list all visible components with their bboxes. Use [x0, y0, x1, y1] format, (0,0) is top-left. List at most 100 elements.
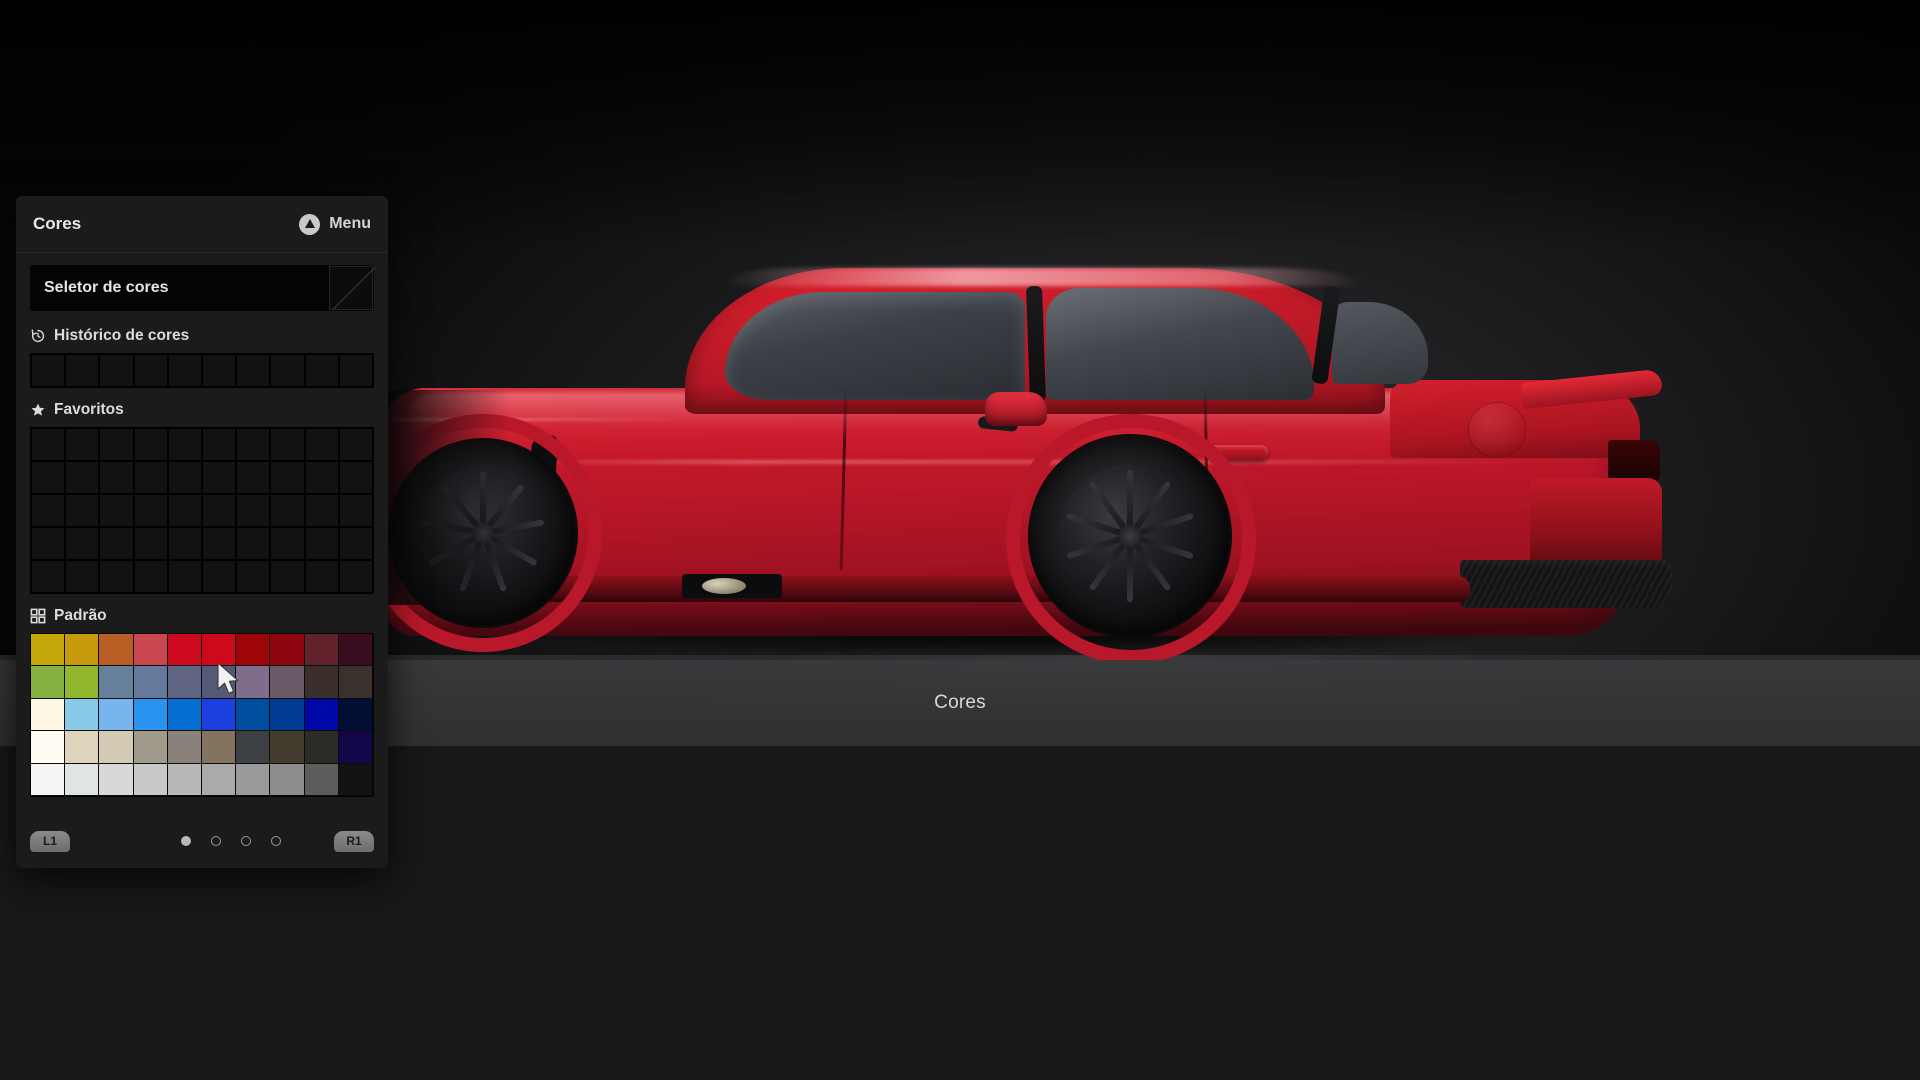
- l1-bumper-button[interactable]: L1: [30, 830, 70, 852]
- palette-swatch[interactable]: [202, 698, 237, 732]
- swatch-slot[interactable]: [31, 428, 66, 461]
- swatch-slot[interactable]: [236, 527, 271, 560]
- swatch-slot[interactable]: [304, 494, 339, 527]
- palette-swatch[interactable]: [167, 634, 202, 667]
- swatch-slot[interactable]: [65, 461, 100, 494]
- color-picker-row[interactable]: Seletor de cores: [30, 265, 374, 311]
- palette-swatch[interactable]: [99, 698, 134, 732]
- palette-swatch[interactable]: [202, 763, 237, 796]
- palette-swatch[interactable]: [270, 666, 305, 699]
- swatch-slot[interactable]: [133, 494, 168, 527]
- palette-swatch[interactable]: [270, 634, 305, 667]
- palette-swatch[interactable]: [65, 698, 100, 732]
- swatch-slot[interactable]: [270, 461, 305, 494]
- page-dots[interactable]: [181, 836, 281, 846]
- swatch-slot[interactable]: [236, 461, 271, 494]
- palette-swatch[interactable]: [338, 666, 373, 699]
- palette-swatch[interactable]: [65, 763, 100, 796]
- palette-swatch[interactable]: [133, 763, 168, 796]
- palette-swatch[interactable]: [31, 763, 66, 796]
- standard-palette-grid[interactable]: [30, 633, 374, 797]
- palette-swatch[interactable]: [338, 634, 373, 667]
- swatch-slot[interactable]: [338, 428, 373, 461]
- palette-swatch[interactable]: [65, 666, 100, 699]
- palette-swatch[interactable]: [99, 634, 134, 667]
- swatch-slot[interactable]: [202, 527, 237, 560]
- palette-swatch[interactable]: [236, 731, 271, 764]
- palette-swatch[interactable]: [304, 763, 339, 796]
- swatch-slot[interactable]: [270, 428, 305, 461]
- r1-bumper-button[interactable]: R1: [334, 830, 374, 852]
- swatch-slot[interactable]: [31, 560, 66, 593]
- swatch-slot[interactable]: [133, 354, 168, 387]
- swatch-slot[interactable]: [65, 527, 100, 560]
- swatch-slot[interactable]: [236, 354, 271, 387]
- page-dot[interactable]: [271, 836, 281, 846]
- palette-swatch[interactable]: [304, 634, 339, 667]
- palette-swatch[interactable]: [236, 698, 271, 732]
- palette-swatch[interactable]: [99, 731, 134, 764]
- palette-swatch[interactable]: [31, 731, 66, 764]
- palette-swatch[interactable]: [99, 763, 134, 796]
- palette-swatch[interactable]: [338, 731, 373, 764]
- swatch-slot[interactable]: [338, 494, 373, 527]
- palette-swatch[interactable]: [236, 763, 271, 796]
- menu-button[interactable]: Menu: [299, 213, 371, 235]
- palette-swatch[interactable]: [304, 666, 339, 699]
- palette-swatch[interactable]: [133, 698, 168, 732]
- swatch-slot[interactable]: [31, 461, 66, 494]
- palette-swatch[interactable]: [133, 634, 168, 667]
- palette-swatch[interactable]: [270, 698, 305, 732]
- palette-swatch[interactable]: [202, 731, 237, 764]
- swatch-slot[interactable]: [236, 428, 271, 461]
- swatch-slot[interactable]: [304, 527, 339, 560]
- swatch-slot[interactable]: [167, 494, 202, 527]
- palette-swatch[interactable]: [99, 666, 134, 699]
- swatch-slot[interactable]: [167, 428, 202, 461]
- palette-swatch[interactable]: [338, 763, 373, 796]
- swatch-slot[interactable]: [338, 461, 373, 494]
- palette-swatch[interactable]: [65, 634, 100, 667]
- palette-swatch[interactable]: [167, 763, 202, 796]
- swatch-slot[interactable]: [270, 494, 305, 527]
- swatch-slot[interactable]: [304, 428, 339, 461]
- page-dot[interactable]: [241, 836, 251, 846]
- swatch-slot[interactable]: [270, 354, 305, 387]
- palette-swatch[interactable]: [31, 666, 66, 699]
- palette-swatch[interactable]: [65, 731, 100, 764]
- palette-swatch[interactable]: [270, 731, 305, 764]
- palette-swatch[interactable]: [304, 731, 339, 764]
- swatch-slot[interactable]: [304, 461, 339, 494]
- favorites-swatch-grid[interactable]: [30, 427, 374, 594]
- palette-swatch[interactable]: [167, 698, 202, 732]
- history-swatch-grid[interactable]: [30, 353, 374, 388]
- swatch-slot[interactable]: [338, 527, 373, 560]
- swatch-slot[interactable]: [167, 461, 202, 494]
- palette-swatch[interactable]: [270, 763, 305, 796]
- swatch-slot[interactable]: [31, 527, 66, 560]
- swatch-slot[interactable]: [338, 560, 373, 593]
- swatch-slot[interactable]: [236, 494, 271, 527]
- swatch-slot[interactable]: [133, 428, 168, 461]
- swatch-slot[interactable]: [133, 527, 168, 560]
- swatch-slot[interactable]: [202, 461, 237, 494]
- swatch-slot[interactable]: [65, 560, 100, 593]
- palette-swatch[interactable]: [304, 698, 339, 732]
- swatch-slot[interactable]: [99, 494, 134, 527]
- swatch-slot[interactable]: [99, 527, 134, 560]
- swatch-slot[interactable]: [270, 527, 305, 560]
- swatch-slot[interactable]: [167, 354, 202, 387]
- swatch-slot[interactable]: [31, 354, 66, 387]
- swatch-slot[interactable]: [304, 354, 339, 387]
- swatch-slot[interactable]: [65, 354, 100, 387]
- swatch-slot[interactable]: [65, 428, 100, 461]
- swatch-slot[interactable]: [270, 560, 305, 593]
- swatch-slot[interactable]: [167, 527, 202, 560]
- palette-swatch[interactable]: [31, 634, 66, 667]
- page-dot[interactable]: [211, 836, 221, 846]
- swatch-slot[interactable]: [31, 494, 66, 527]
- swatch-slot[interactable]: [99, 354, 134, 387]
- page-dot[interactable]: [181, 836, 191, 846]
- palette-swatch[interactable]: [31, 698, 66, 732]
- swatch-slot[interactable]: [167, 560, 202, 593]
